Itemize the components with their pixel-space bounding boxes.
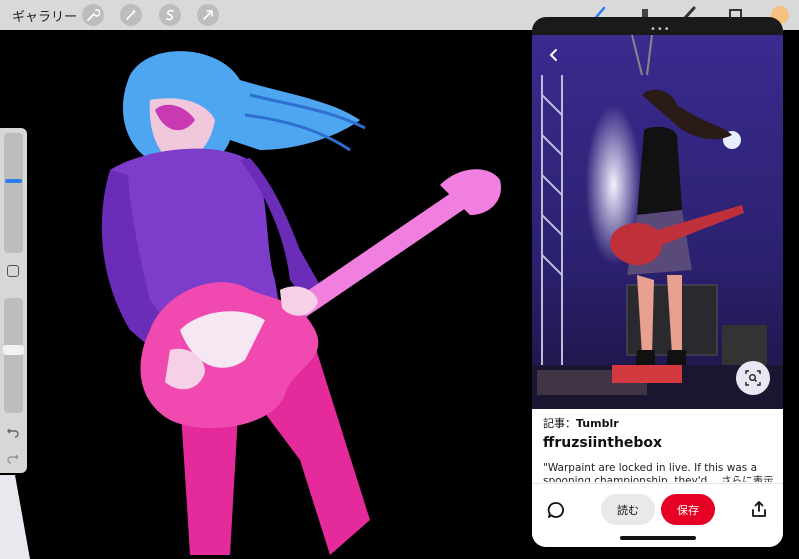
pinterest-slide-over: ••• 記事：Tumblr ffruzsiinthebox "Warpaint … xyxy=(532,17,783,547)
slide-over-header[interactable]: ••• xyxy=(532,17,783,37)
wrench-icon[interactable] xyxy=(82,4,104,26)
grab-handle-icon[interactable]: ••• xyxy=(650,24,671,35)
share-icon[interactable] xyxy=(751,501,767,517)
magic-wand-icon[interactable] xyxy=(120,4,142,26)
source-name: Tumblr xyxy=(576,417,619,430)
canvas-artwork[interactable] xyxy=(0,30,530,559)
selection-icon[interactable] xyxy=(159,4,181,26)
source-prefix: 記事： xyxy=(543,417,576,430)
home-indicator xyxy=(620,536,696,540)
comment-icon[interactable] xyxy=(547,501,565,519)
pin-description[interactable]: "Warpaint are locked in live. If this wa… xyxy=(543,462,775,482)
gallery-button[interactable]: ギャラリー xyxy=(12,6,77,25)
visual-search-button[interactable] xyxy=(736,361,770,395)
read-button[interactable]: 読む xyxy=(601,494,655,525)
pin-source[interactable]: 記事：Tumblr xyxy=(543,415,619,431)
lens-icon xyxy=(745,370,761,386)
pin-action-bar: 読む 保存 xyxy=(532,483,783,547)
pin-photo[interactable] xyxy=(532,35,783,409)
pin-title[interactable]: ffruzsiinthebox xyxy=(543,435,662,451)
transform-arrow-icon[interactable] xyxy=(197,4,219,26)
save-button[interactable]: 保存 xyxy=(661,494,715,525)
back-chevron-icon[interactable] xyxy=(546,47,562,63)
